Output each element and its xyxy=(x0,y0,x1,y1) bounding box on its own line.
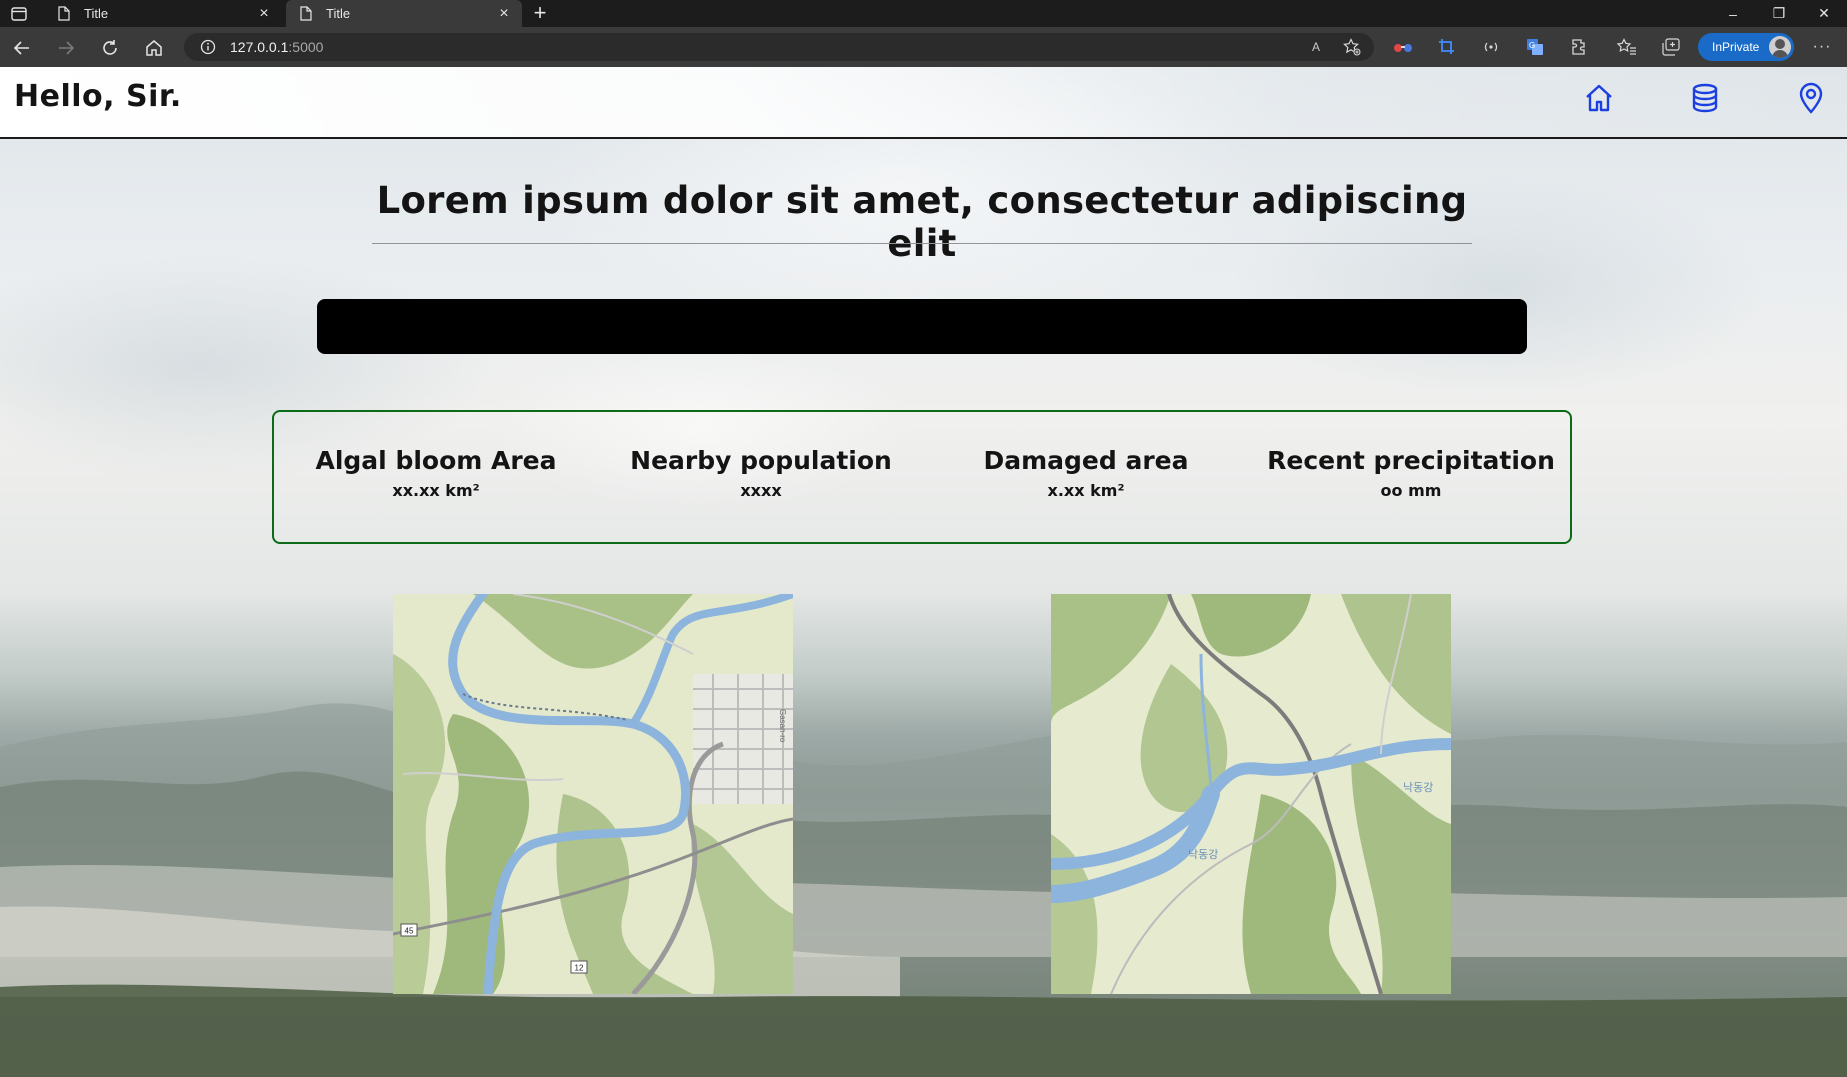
close-tab-icon[interactable]: × xyxy=(256,5,272,22)
stat-label: Damaged area xyxy=(983,446,1189,475)
site-info-icon[interactable] xyxy=(200,39,216,55)
tab-title: Title xyxy=(326,6,351,21)
page-headline: Lorem ipsum dolor sit amet, consectetur … xyxy=(376,179,1468,265)
add-favorite-icon[interactable] xyxy=(1343,38,1361,56)
stat-label: Nearby population xyxy=(630,446,892,475)
translate-icon[interactable]: G xyxy=(1525,37,1545,57)
stat-value: xx.xx km² xyxy=(392,481,480,500)
read-aloud-icon[interactable]: A xyxy=(1307,38,1325,56)
inprivate-badge[interactable]: InPrivate xyxy=(1698,33,1794,61)
browser-tab-2[interactable]: Title × xyxy=(286,0,522,27)
svg-text:G: G xyxy=(1529,41,1535,50)
browser-tab-strip: Title × Title × + – ❐ ✕ xyxy=(0,0,1847,27)
extension-glasses-icon[interactable] xyxy=(1393,37,1413,57)
map-left[interactable]: 45 12 Gasan-ro xyxy=(393,594,793,994)
crop-icon[interactable] xyxy=(1437,37,1457,57)
stat-nearby-population: Nearby population xxxx xyxy=(611,446,911,500)
home-button[interactable] xyxy=(141,35,167,61)
page-icon xyxy=(298,6,314,22)
road-shield-label: 45 xyxy=(405,927,414,936)
forward-button[interactable] xyxy=(53,35,79,61)
new-tab-button[interactable]: + xyxy=(528,1,552,25)
stat-label: Algal bloom Area xyxy=(315,446,557,475)
stat-label: Recent precipitation xyxy=(1267,446,1555,475)
address-bar[interactable]: 127.0.0.1:5000 A xyxy=(184,33,1374,61)
river-label: 낙동강 xyxy=(1188,848,1218,861)
home-icon[interactable] xyxy=(1582,81,1616,115)
inprivate-label: InPrivate xyxy=(1712,40,1760,54)
extensions-icon[interactable] xyxy=(1569,37,1589,57)
map-right[interactable]: 낙동강 낙동강 xyxy=(1051,594,1451,994)
close-tab-icon[interactable]: × xyxy=(496,5,512,22)
stat-value: oo mm xyxy=(1380,481,1442,500)
browser-tab-1[interactable]: Title × xyxy=(44,0,282,27)
stat-value: x.xx km² xyxy=(1047,481,1125,500)
media-icon[interactable] xyxy=(1481,37,1501,57)
refresh-button[interactable] xyxy=(97,35,123,61)
stat-algal-bloom-area: Algal bloom Area xx.xx km² xyxy=(286,446,586,500)
profile-avatar[interactable] xyxy=(1769,36,1791,58)
background-landscape xyxy=(0,703,1847,1077)
stats-panel: Algal bloom Area xx.xx km² Nearby popula… xyxy=(272,410,1572,544)
url-text: 127.0.0.1:5000 xyxy=(230,39,324,55)
top-navigation-bar: Hello, Sir. xyxy=(0,67,1847,139)
tab-title: Title xyxy=(84,6,109,21)
favorites-icon[interactable] xyxy=(1617,37,1637,57)
street-label: Gasan-ro xyxy=(778,709,787,743)
restore-button[interactable]: ❐ xyxy=(1756,0,1802,27)
brand-title: Hello, Sir. xyxy=(14,79,182,114)
headline-divider xyxy=(372,243,1472,244)
tab-actions-icon[interactable] xyxy=(10,5,28,22)
stat-recent-precipitation: Recent precipitation oo mm xyxy=(1261,446,1561,500)
minimize-button[interactable]: – xyxy=(1710,0,1756,27)
collections-icon[interactable] xyxy=(1661,37,1681,57)
database-icon[interactable] xyxy=(1688,81,1722,115)
close-window-button[interactable]: ✕ xyxy=(1801,0,1847,27)
page-icon xyxy=(56,6,72,22)
back-button[interactable] xyxy=(9,35,35,61)
location-pin-icon[interactable] xyxy=(1794,81,1828,115)
road-shield-label: 12 xyxy=(575,964,584,973)
stat-value: xxxx xyxy=(740,481,782,500)
page-viewport: Hello, Sir. Lorem ipsum dolor sit amet, … xyxy=(0,67,1847,1077)
more-options-icon[interactable]: ··· xyxy=(1812,37,1832,57)
browser-toolbar: 127.0.0.1:5000 A G InPrivate ··· xyxy=(0,27,1847,67)
river-label: 낙동강 xyxy=(1403,781,1433,794)
stat-damaged-area: Damaged area x.xx km² xyxy=(936,446,1236,500)
black-banner-bar xyxy=(317,299,1527,354)
